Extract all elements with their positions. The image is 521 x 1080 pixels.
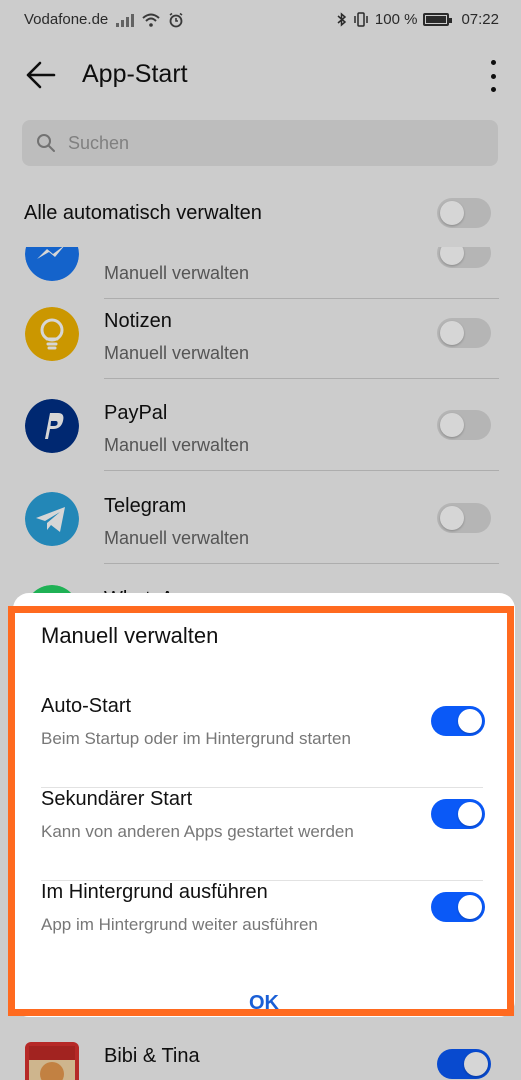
option-label: Im Hintergrund ausführen <box>41 881 268 903</box>
option-label: Sekundärer Start <box>41 788 193 810</box>
option-secondary-start: Sekundärer Start Kann von anderen Apps g… <box>41 788 485 881</box>
option-description: Kann von anderen Apps gestartet werden <box>41 822 354 841</box>
app-start-screen: Vodafone.de 100 % 07:22 App-Start Suchen… <box>0 0 521 1080</box>
option-description: Beim Startup oder im Hintergrund starten <box>41 729 351 748</box>
option-label: Auto-Start <box>41 695 132 717</box>
auto-start-toggle[interactable] <box>431 706 485 736</box>
ok-button[interactable]: OK <box>214 988 314 1018</box>
option-auto-start: Auto-Start Beim Startup oder im Hintergr… <box>41 695 485 788</box>
secondary-start-toggle[interactable] <box>431 799 485 829</box>
run-in-background-toggle[interactable] <box>431 892 485 922</box>
manage-dialog: Manuell verwalten Auto-Start Beim Startu… <box>13 593 515 1017</box>
option-description: App im Hintergrund weiter ausführen <box>41 915 318 934</box>
dialog-title: Manuell verwalten <box>41 623 219 648</box>
option-run-in-background: Im Hintergrund ausführen App im Hintergr… <box>41 881 485 974</box>
